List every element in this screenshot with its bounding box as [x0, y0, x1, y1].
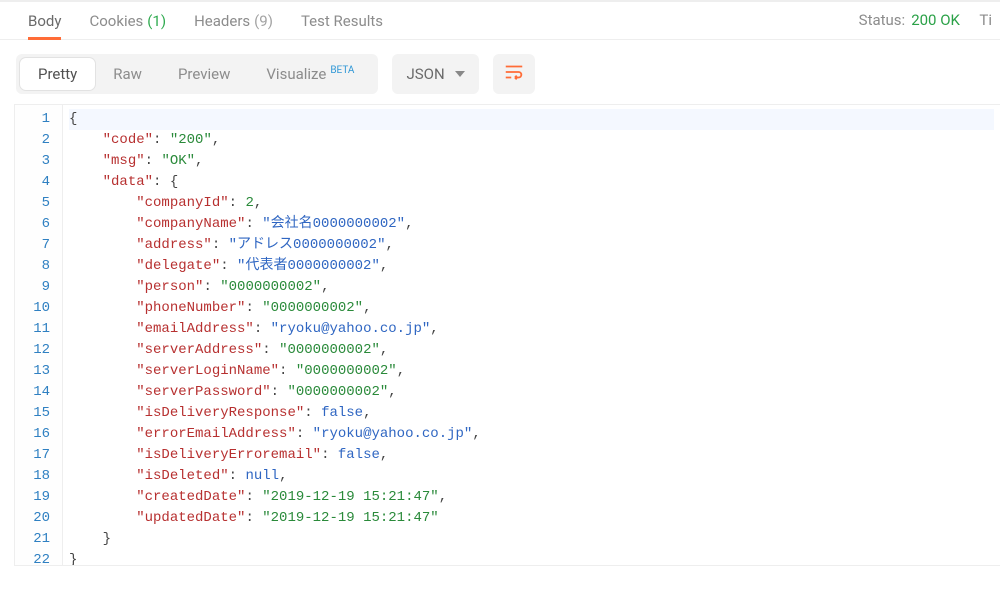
code-line: "isDeliveryErroremail": false, [69, 445, 994, 466]
line-number: 10 [23, 298, 50, 319]
code-line: "companyId": 2, [69, 193, 994, 214]
line-number: 6 [23, 214, 50, 235]
line-number: 14 [23, 382, 50, 403]
raw-label: Raw [113, 65, 142, 83]
code-line: "person": "0000000002", [69, 277, 994, 298]
code-line: "phoneNumber": "0000000002", [69, 298, 994, 319]
view-mode-pretty[interactable]: Pretty [20, 58, 95, 90]
code-line: "createdDate": "2019-12-19 15:21:47", [69, 487, 994, 508]
code-line: "serverPassword": "0000000002", [69, 382, 994, 403]
line-number: 1 [23, 109, 50, 130]
response-tabs: Body Cookies (1) Headers (9) Test Result… [0, 2, 1000, 40]
status-trailing: Ti [979, 11, 992, 29]
line-number: 5 [23, 193, 50, 214]
pretty-label: Pretty [38, 65, 77, 83]
code-line: } [69, 550, 994, 566]
code-line: } [69, 529, 994, 550]
line-number: 17 [23, 445, 50, 466]
code-line: { [69, 109, 994, 130]
tab-body-label: Body [28, 12, 61, 30]
view-mode-visualize[interactable]: Visualize BETA [248, 54, 372, 94]
format-dropdown[interactable]: JSON [392, 54, 478, 94]
json-viewer[interactable]: 12345678910111213141516171819202122 { "c… [14, 104, 1000, 566]
line-number: 16 [23, 424, 50, 445]
tab-headers[interactable]: Headers (9) [180, 2, 287, 39]
line-number: 21 [23, 529, 50, 550]
line-number: 11 [23, 319, 50, 340]
status-label: Status: [859, 11, 906, 29]
code-line: "isDeliveryResponse": false, [69, 403, 994, 424]
line-number: 7 [23, 235, 50, 256]
status-value: 200 OK [911, 11, 960, 29]
line-number: 19 [23, 487, 50, 508]
visualize-beta-badge: BETA [330, 65, 354, 76]
view-mode-raw[interactable]: Raw [95, 54, 160, 94]
line-number: 22 [23, 550, 50, 566]
preview-label: Preview [178, 65, 230, 83]
headers-count: (9) [254, 12, 273, 30]
wrap-lines-button[interactable] [493, 54, 535, 94]
line-number: 18 [23, 466, 50, 487]
format-selected: JSON [406, 65, 444, 83]
line-number: 3 [23, 151, 50, 172]
code-line: "data": { [69, 172, 994, 193]
code-line: "emailAddress": "ryoku@yahoo.co.jp", [69, 319, 994, 340]
line-number: 12 [23, 340, 50, 361]
code-line: "serverAddress": "0000000002", [69, 340, 994, 361]
line-number: 2 [23, 130, 50, 151]
code-line: "serverLoginName": "0000000002", [69, 361, 994, 382]
wrap-lines-icon [503, 61, 525, 87]
line-number: 9 [23, 277, 50, 298]
response-status: Status: 200 OK Ti [859, 11, 992, 29]
code-line: "code": "200", [69, 130, 994, 151]
code-line: "errorEmailAddress": "ryoku@yahoo.co.jp"… [69, 424, 994, 445]
line-number: 13 [23, 361, 50, 382]
code-content[interactable]: { "code": "200", "msg": "OK", "data": { … [63, 105, 1000, 565]
tab-test-results[interactable]: Test Results [287, 2, 397, 39]
tab-cookies-label: Cookies [89, 12, 143, 30]
tab-test-results-label: Test Results [301, 12, 383, 30]
tab-cookies[interactable]: Cookies (1) [75, 2, 180, 39]
line-number: 20 [23, 508, 50, 529]
code-line: "companyName": "会社名0000000002", [69, 214, 994, 235]
tab-body[interactable]: Body [14, 2, 75, 39]
line-number: 15 [23, 403, 50, 424]
tab-headers-label: Headers [194, 12, 250, 30]
line-number: 8 [23, 256, 50, 277]
line-number: 4 [23, 172, 50, 193]
response-panel: Body Cookies (1) Headers (9) Test Result… [0, 0, 1000, 594]
code-line: "isDeleted": null, [69, 466, 994, 487]
code-line: "delegate": "代表者0000000002", [69, 256, 994, 277]
chevron-down-icon [455, 71, 465, 77]
code-line: "msg": "OK", [69, 151, 994, 172]
visualize-label: Visualize [266, 65, 326, 83]
view-mode-group: Pretty Raw Preview Visualize BETA [16, 54, 378, 94]
body-toolbar: Pretty Raw Preview Visualize BETA JSON [0, 40, 1000, 104]
code-line: "updatedDate": "2019-12-19 15:21:47" [69, 508, 994, 529]
view-mode-preview[interactable]: Preview [160, 54, 248, 94]
cookies-count: (1) [147, 12, 166, 30]
line-gutter: 12345678910111213141516171819202122 [15, 105, 63, 565]
code-line: "address": "アドレス0000000002", [69, 235, 994, 256]
